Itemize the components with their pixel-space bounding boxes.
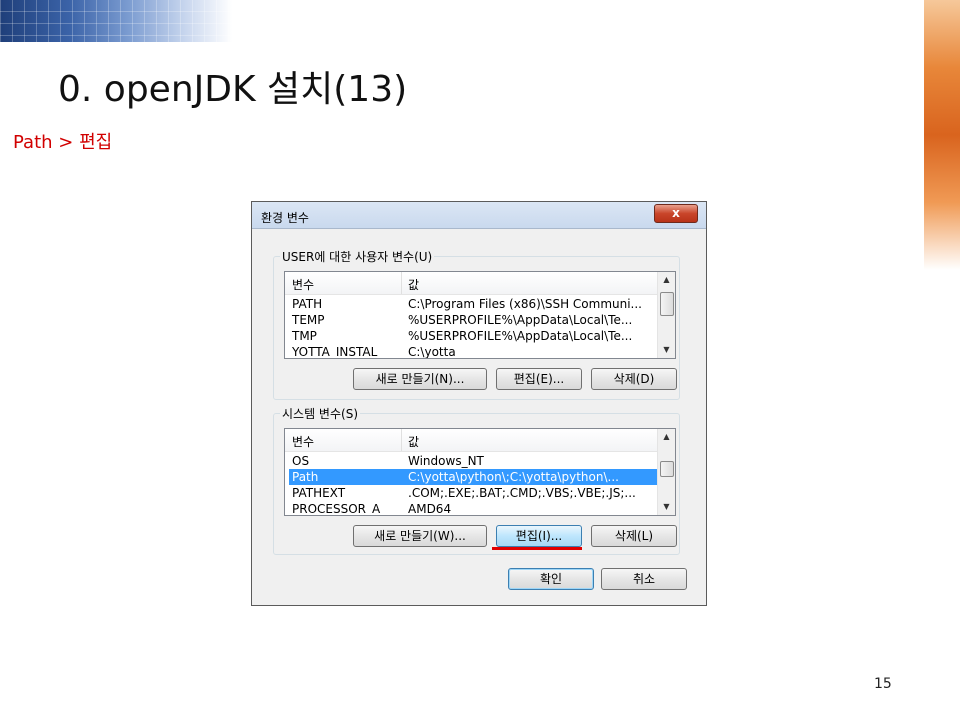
table-row[interactable]: TEMP %USERPROFILE%\AppData\Local\Te... <box>289 312 657 328</box>
user-variables-label: USER에 대한 사용자 변수(U) <box>280 248 435 265</box>
list-header: 변수 값 <box>285 429 657 452</box>
user-delete-button[interactable]: 삭제(D) <box>591 368 677 390</box>
vertical-scrollbar[interactable]: ▲ ▼ <box>657 272 675 358</box>
page-number: 15 <box>874 676 892 692</box>
dialog-titlebar: 환경 변수 x <box>252 202 706 229</box>
table-row[interactable]: TMP %USERPROFILE%\AppData\Local\Te... <box>289 328 657 344</box>
variable-value: %USERPROFILE%\AppData\Local\Te... <box>408 329 633 343</box>
slide-subtitle: Path > 편집 <box>13 132 113 153</box>
variable-name: TEMP <box>292 313 325 327</box>
variable-name: Path <box>292 470 319 484</box>
variable-value: %USERPROFILE%\AppData\Local\Te... <box>408 313 633 327</box>
environment-variables-dialog: 환경 변수 x USER에 대한 사용자 변수(U) 변수 값 PATH C:\… <box>251 201 707 606</box>
table-row-selected[interactable]: Path C:\yotta\python\;C:\yotta\python\..… <box>289 469 657 485</box>
cancel-button[interactable]: 취소 <box>601 568 687 590</box>
user-new-button[interactable]: 새로 만들기(N)... <box>353 368 487 390</box>
scroll-up-icon[interactable]: ▲ <box>658 272 675 288</box>
ok-button[interactable]: 확인 <box>508 568 594 590</box>
variable-name: PATHEXT <box>292 486 346 500</box>
table-row[interactable]: PATH C:\Program Files (x86)\SSH Communi.… <box>289 296 657 312</box>
system-variables-group: 시스템 변수(S) 변수 값 OS Windows_NT Path C:\yot… <box>273 405 680 555</box>
variable-name: PROCESSOR_A <box>292 502 381 516</box>
column-header-value[interactable]: 값 <box>408 433 419 450</box>
table-row[interactable]: PROCESSOR_A AMD64 <box>289 501 657 516</box>
list-header: 변수 값 <box>285 272 657 295</box>
variable-value: .COM;.EXE;.BAT;.CMD;.VBS;.VBE;.JS;... <box>408 486 636 500</box>
system-edit-button[interactable]: 편집(I)... <box>496 525 582 547</box>
variable-value: C:\Program Files (x86)\SSH Communi... <box>408 297 642 311</box>
variable-name: YOTTA_INSTAL <box>292 345 378 359</box>
close-button[interactable]: x <box>654 204 698 223</box>
side-decoration <box>924 0 960 270</box>
scroll-thumb[interactable] <box>660 461 674 477</box>
dialog-title: 환경 변수 <box>261 211 309 225</box>
dialog-body: USER에 대한 사용자 변수(U) 변수 값 PATH C:\Program … <box>258 229 700 599</box>
scroll-thumb[interactable] <box>660 292 674 316</box>
highlight-underline <box>492 547 582 550</box>
system-delete-button[interactable]: 삭제(L) <box>591 525 677 547</box>
scroll-up-icon[interactable]: ▲ <box>658 429 675 445</box>
table-row[interactable]: OS Windows_NT <box>289 453 657 469</box>
close-icon: x <box>672 206 680 220</box>
variable-value: C:\yotta\python\;C:\yotta\python\... <box>408 470 619 484</box>
variable-value: Windows_NT <box>408 454 484 468</box>
variable-name: PATH <box>292 297 323 311</box>
table-row[interactable]: YOTTA_INSTAL C:\yotta <box>289 344 657 359</box>
variable-value: C:\yotta <box>408 345 456 359</box>
variable-name: OS <box>292 454 310 468</box>
user-edit-button[interactable]: 편집(E)... <box>496 368 582 390</box>
column-header-variable[interactable]: 변수 <box>292 433 314 450</box>
slide-title: 0. openJDK 설치(13) <box>58 69 408 110</box>
variable-value: AMD64 <box>408 502 452 516</box>
system-variables-label: 시스템 변수(S) <box>280 405 360 422</box>
scroll-down-icon[interactable]: ▼ <box>658 342 675 358</box>
table-row[interactable]: PATHEXT .COM;.EXE;.BAT;.CMD;.VBS;.VBE;.J… <box>289 485 657 501</box>
user-variables-group: USER에 대한 사용자 변수(U) 변수 값 PATH C:\Program … <box>273 248 680 400</box>
vertical-scrollbar[interactable]: ▲ ▼ <box>657 429 675 515</box>
variable-name: TMP <box>292 329 317 343</box>
system-new-button[interactable]: 새로 만들기(W)... <box>353 525 487 547</box>
scroll-down-icon[interactable]: ▼ <box>658 499 675 515</box>
user-variables-list[interactable]: 변수 값 PATH C:\Program Files (x86)\SSH Com… <box>284 271 676 359</box>
column-header-value[interactable]: 값 <box>408 276 419 293</box>
system-variables-list[interactable]: 변수 값 OS Windows_NT Path C:\yotta\python\… <box>284 428 676 516</box>
header-decoration <box>0 0 232 42</box>
column-header-variable[interactable]: 변수 <box>292 276 314 293</box>
